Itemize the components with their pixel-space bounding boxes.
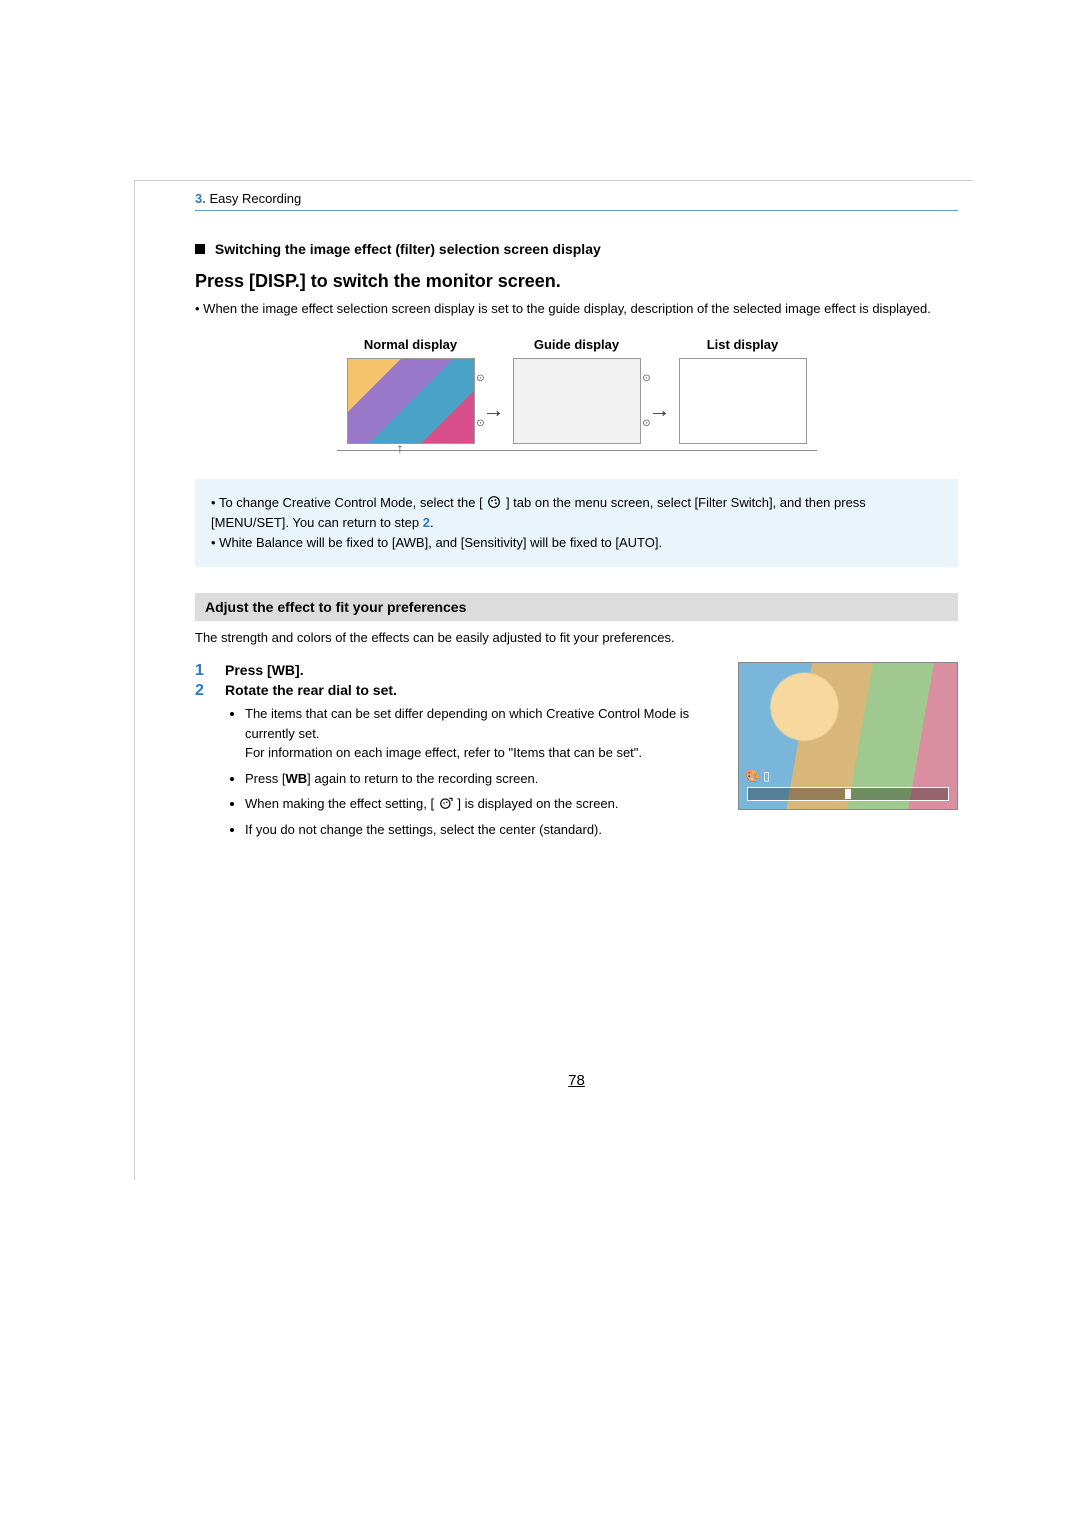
arrow-right-icon: → (483, 397, 505, 423)
wb-icon: WB (272, 662, 295, 678)
step-number: 2 (195, 682, 211, 700)
note-text: When the image effect selection screen d… (195, 300, 958, 319)
step-number: 1 (195, 662, 211, 680)
steps-text: 1 Press [WB]. 2 Rotate the rear dial to … (195, 662, 718, 852)
section-heading-text: Switching the image effect (filter) sele… (215, 241, 601, 257)
thumb-side-controls-icon: ⊙⊙ (476, 373, 486, 429)
guide-display-col: Guide display ⊙⊙ (513, 337, 641, 444)
section-heading: Switching the image effect (filter) sele… (195, 241, 958, 257)
list-display-col: List display (679, 337, 807, 444)
bullet-3: When making the effect setting, [ ] is d… (245, 794, 718, 814)
sub-heading: Press [DISP.] to switch the monitor scre… (195, 271, 958, 292)
slider-bar-icon (747, 787, 949, 801)
effect-preview-image: 🎨 ▯ (738, 662, 958, 810)
wb-icon: WB (285, 771, 307, 786)
guide-display-label: Guide display (534, 337, 619, 352)
step-2-label: Rotate the rear dial to set. (225, 682, 397, 700)
info-box: To change Creative Control Mode, select … (195, 479, 958, 567)
arrow-right-icon: → (649, 397, 671, 423)
normal-display-thumb: ⊙⊙ (347, 358, 475, 444)
step-ref: 2 (423, 515, 430, 530)
bullet-4: If you do not change the settings, selec… (245, 820, 718, 840)
info-line-2: White Balance will be fixed to [AWB], an… (211, 533, 942, 553)
breadcrumb: 3. Easy Recording (195, 181, 958, 211)
loop-connector: ↑ (337, 450, 817, 451)
step-2-bullets: The items that can be set differ dependi… (227, 704, 718, 839)
normal-display-col: Normal display ⊙⊙ (347, 337, 475, 444)
adjust-intro: The strength and colors of the effects c… (195, 629, 958, 648)
normal-display-label: Normal display (364, 337, 457, 352)
step-2: 2 Rotate the rear dial to set. (195, 682, 718, 700)
palette-adjust-icon (438, 795, 454, 811)
loop-up-arrow-icon: ↑ (397, 440, 404, 456)
bullet-1: The items that can be set differ dependi… (245, 704, 718, 763)
steps-block: 1 Press [WB]. 2 Rotate the rear dial to … (195, 662, 958, 852)
adjust-heading: Adjust the effect to fit your preference… (195, 593, 958, 621)
palette-overlay-icon: 🎨 ▯ (745, 769, 770, 783)
page-number: 78 (195, 1072, 958, 1089)
thumb-side-controls-icon: ⊙⊙ (642, 373, 652, 429)
guide-display-thumb: ⊙⊙ (513, 358, 641, 444)
info-line-1: To change Creative Control Mode, select … (211, 493, 942, 533)
list-display-thumb (679, 358, 807, 444)
palette-tab-icon (486, 494, 502, 510)
bullet-2: Press [WB] again to return to the record… (245, 769, 718, 789)
list-display-label: List display (707, 337, 779, 352)
square-bullet-icon (195, 244, 205, 254)
step-1: 1 Press [WB]. (195, 662, 718, 680)
breadcrumb-number: 3. (195, 191, 206, 206)
display-mode-figure: Normal display ⊙⊙ → Guide display ⊙⊙ → L… (195, 337, 958, 444)
page-content: 3. Easy Recording Switching the image ef… (134, 180, 972, 1180)
breadcrumb-title: Easy Recording (209, 191, 301, 206)
step-1-label: Press [WB]. (225, 662, 304, 680)
